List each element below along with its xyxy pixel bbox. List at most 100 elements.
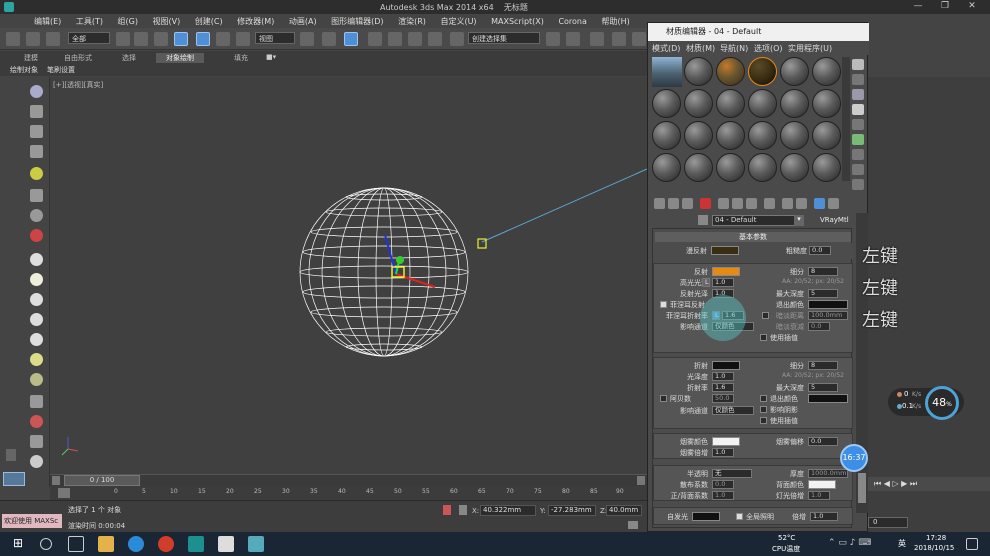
gi-checkbox[interactable] — [736, 513, 743, 520]
keyboard-shortcut-icon[interactable] — [344, 32, 358, 46]
mat-menu-options[interactable]: 选项(O) — [754, 43, 783, 54]
sample-slot[interactable] — [652, 153, 681, 182]
brush-settings-label[interactable]: 笔刷设置 — [47, 65, 75, 75]
clock-time[interactable]: 17:28 — [926, 534, 946, 542]
self-illum-mult-field[interactable]: 1.0 — [810, 512, 838, 521]
refr-exit-color-swatch[interactable] — [808, 394, 848, 403]
material-name-field[interactable]: 04 - Default — [712, 215, 804, 226]
sample-slot[interactable] — [748, 153, 777, 182]
video-color-check-icon[interactable] — [852, 119, 864, 130]
mat-menu-utilities[interactable]: 实用程序(U) — [788, 43, 832, 54]
layer-icon[interactable] — [30, 145, 43, 158]
slots-scrollbar[interactable] — [842, 57, 850, 181]
material-id-icon[interactable] — [764, 198, 775, 209]
percent-snap-icon[interactable] — [408, 32, 422, 46]
snaps-toggle-icon[interactable] — [368, 32, 382, 46]
mat-menu-material[interactable]: 材质(M) — [686, 43, 715, 54]
undo-icon[interactable] — [6, 32, 20, 46]
menu-maxscript[interactable]: MAXScript(X) — [491, 17, 544, 26]
mat-menu-mode[interactable]: 模式(D) — [652, 43, 680, 54]
light-mult-field[interactable]: 1.0 — [808, 491, 830, 500]
refr-interp-checkbox[interactable] — [760, 417, 767, 424]
clock-date[interactable]: 2018/10/15 — [914, 544, 954, 552]
file-explorer-icon[interactable] — [98, 536, 114, 552]
menu-group[interactable]: 组(G) — [118, 16, 138, 27]
menu-graph-editors[interactable]: 图形编辑器(D) — [331, 16, 383, 27]
time-slider-thumb[interactable]: 0 / 100 — [64, 475, 140, 486]
chevron-down-icon[interactable]: ▾ — [794, 215, 804, 226]
menu-modifiers[interactable]: 修改器(M) — [237, 16, 274, 27]
next-frame-icon[interactable] — [637, 476, 645, 485]
sample-slot[interactable] — [780, 89, 809, 118]
reset-map-icon[interactable] — [700, 198, 711, 209]
sample-slot[interactable] — [812, 89, 841, 118]
app2-taskbar-icon[interactable] — [248, 536, 264, 552]
lock-selection-icon[interactable] — [443, 505, 451, 515]
abbe-field[interactable]: 50.0 — [712, 394, 734, 403]
pivot-center-icon[interactable] — [300, 32, 314, 46]
grid-icon[interactable] — [30, 395, 43, 408]
absolute-mode-icon[interactable] — [459, 505, 467, 515]
paint-objects-label[interactable]: 绘制对象 — [10, 65, 38, 75]
go-to-parent-icon[interactable] — [814, 198, 825, 209]
refr-gloss-field[interactable]: 1.0 — [712, 372, 734, 381]
app-taskbar-icon[interactable] — [218, 536, 234, 552]
fresnel-checkbox[interactable] — [660, 301, 667, 308]
align-icon[interactable] — [566, 32, 580, 46]
hemisphere-icon[interactable] — [30, 273, 43, 286]
angle-snap-icon[interactable] — [388, 32, 402, 46]
dim-distance-checkbox[interactable] — [762, 312, 769, 319]
select-scale-icon[interactable] — [236, 32, 250, 46]
get-material-icon[interactable] — [654, 198, 665, 209]
bones-icon[interactable] — [30, 415, 43, 428]
selection-filter-dropdown[interactable]: 全部 — [68, 32, 110, 44]
hilight-lock-button[interactable]: L — [702, 278, 710, 287]
reference-coord-dropdown[interactable]: 视图 — [255, 32, 295, 44]
sample-slot[interactable] — [812, 121, 841, 150]
sample-slot-active[interactable] — [748, 57, 777, 86]
menu-animation[interactable]: 动画(A) — [289, 16, 317, 27]
menu-edit[interactable]: 编辑(E) — [34, 16, 61, 27]
mirror-icon[interactable] — [546, 32, 560, 46]
sample-slot[interactable] — [748, 121, 777, 150]
light-icon[interactable] — [30, 167, 43, 180]
sphere-icon[interactable] — [30, 293, 43, 306]
sample-slot[interactable] — [812, 153, 841, 182]
windows-start-icon[interactable]: ⊞ — [10, 536, 26, 552]
current-frame-field[interactable]: 0 — [868, 517, 908, 528]
options-icon[interactable] — [852, 149, 864, 160]
affect-shadows-checkbox[interactable] — [760, 406, 767, 413]
tab-populate[interactable]: 填充 — [234, 53, 248, 63]
menu-rendering[interactable]: 渲染(R) — [398, 16, 426, 27]
named-selection-dropdown[interactable]: 创建选择集 — [468, 32, 540, 44]
select-rotate-icon[interactable] — [216, 32, 230, 46]
select-by-material-icon[interactable] — [852, 164, 864, 175]
fwd-bck-coeff-field[interactable]: 1.0 — [712, 491, 734, 500]
task-view-icon[interactable] — [68, 536, 84, 552]
cone-icon[interactable] — [30, 333, 43, 346]
select-move-icon[interactable] — [196, 32, 210, 46]
perspective-viewport[interactable]: [+][透视][真实] — [50, 77, 647, 474]
biped-icon[interactable] — [30, 435, 43, 448]
translucency-dropdown[interactable]: 无 — [712, 469, 752, 478]
track-bar-toggle-icon[interactable] — [58, 488, 70, 498]
camera-icon[interactable] — [30, 189, 43, 202]
back-color-swatch[interactable] — [808, 480, 836, 489]
close-icon[interactable]: ✕ — [962, 1, 982, 13]
self-illum-swatch[interactable] — [692, 512, 720, 521]
particle-icon[interactable] — [30, 229, 43, 242]
spinner-snap-icon[interactable] — [428, 32, 442, 46]
ime-indicator[interactable]: 英 — [898, 538, 906, 549]
track-bar[interactable]: 0 5 10 15 20 25 30 35 40 45 50 55 60 65 … — [50, 486, 647, 500]
select-object-icon[interactable] — [116, 32, 130, 46]
sample-slot[interactable] — [780, 121, 809, 150]
copy-material-icon[interactable] — [718, 198, 729, 209]
tab-object-paint[interactable]: 对象绘制 — [156, 53, 204, 63]
make-preview-icon[interactable] — [852, 134, 864, 145]
edit-named-sel-icon[interactable] — [450, 32, 464, 46]
refract-swatch[interactable] — [712, 361, 740, 370]
ribbon-options-icon[interactable]: ■▾ — [266, 53, 276, 61]
sample-type-icon[interactable] — [852, 59, 864, 70]
link-icon[interactable] — [46, 32, 60, 46]
refl-interp-checkbox[interactable] — [760, 334, 767, 341]
